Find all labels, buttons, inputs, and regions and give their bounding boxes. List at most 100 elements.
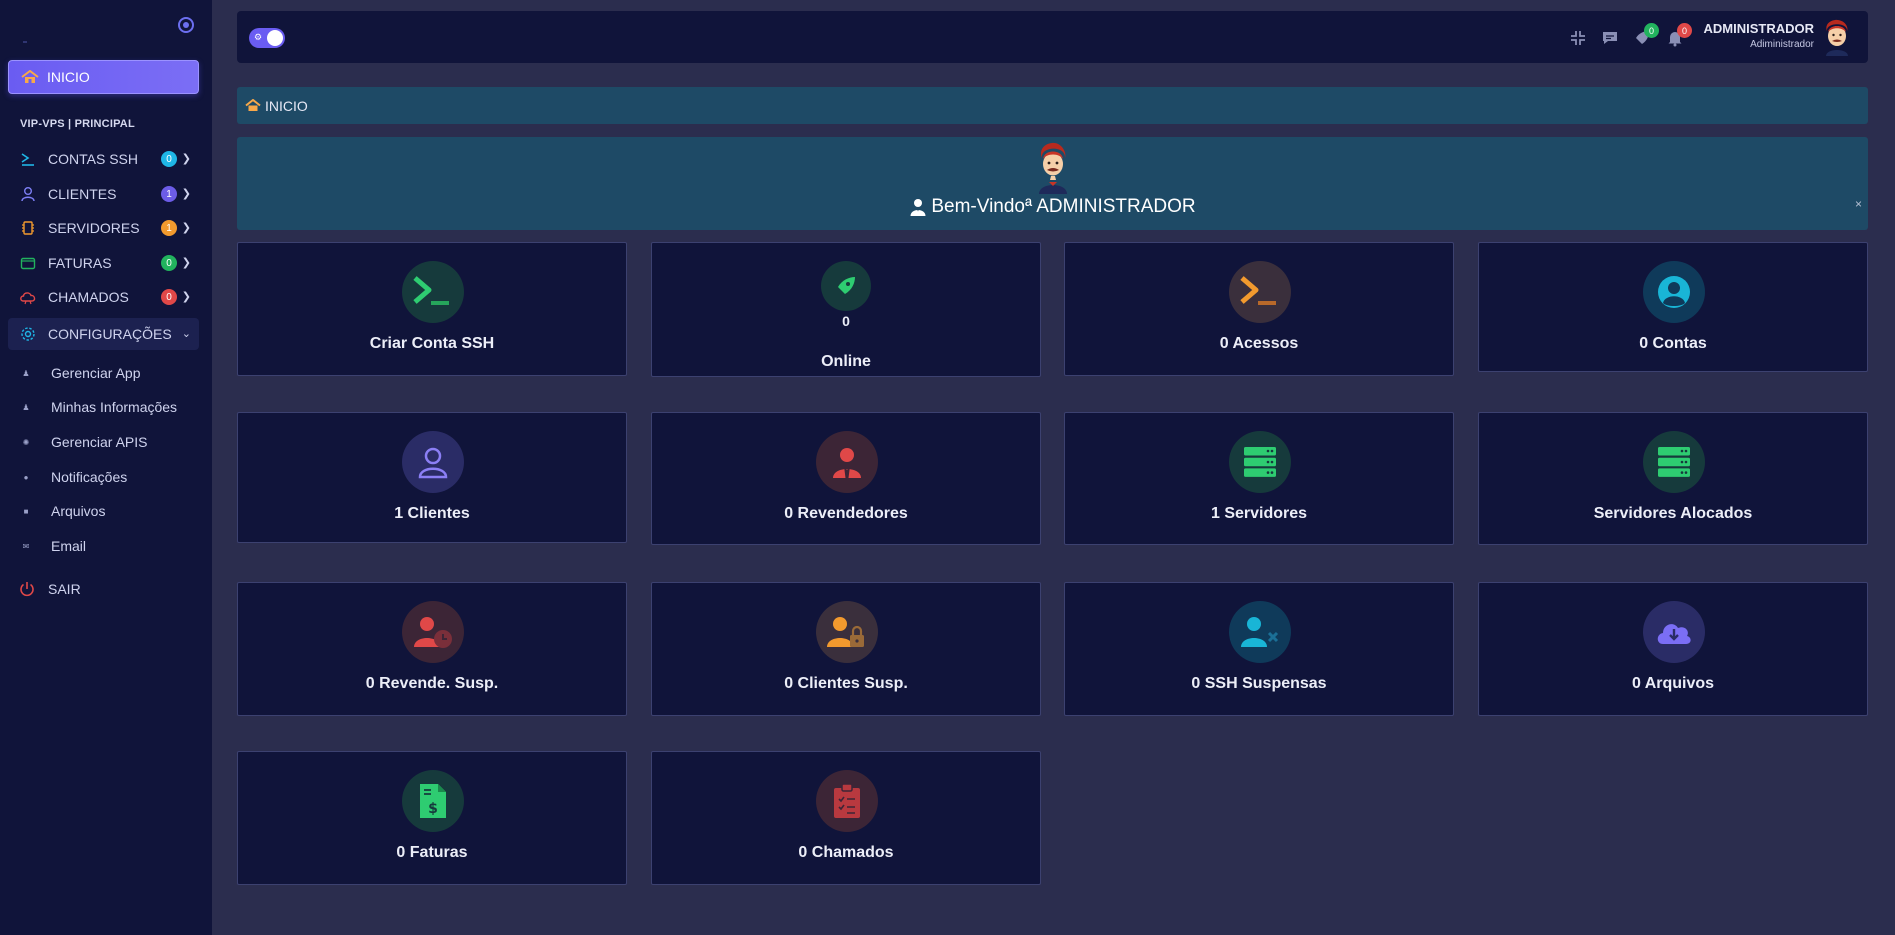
card-servers[interactable]: 1 Servidores [1064, 412, 1454, 545]
card-label: 0 SSH Suspensas [1191, 675, 1327, 692]
user-lock-icon [816, 601, 878, 663]
sidebar-subitem-gerenciar-apis[interactable]: ✺ Gerenciar APIS [8, 428, 199, 456]
chat-icon[interactable] [1599, 27, 1621, 49]
user-tie-icon [816, 431, 878, 493]
home-icon [21, 70, 39, 84]
card-create-ssh[interactable]: Criar Conta SSH [237, 242, 627, 376]
sidebar-item-label: CONFIGURAÇÕES [48, 326, 172, 342]
logo-placeholder [23, 41, 27, 43]
card-label: 0 Revendedores [784, 505, 908, 522]
server-icon [1643, 431, 1705, 493]
user-small-icon: ♟ [22, 368, 30, 378]
user-clock-icon [402, 601, 464, 663]
cloud-download-icon [1643, 601, 1705, 663]
sidebar-subitem-gerenciar-app[interactable]: ♟ Gerenciar App [8, 359, 199, 387]
chip-icon [18, 218, 38, 238]
card-files[interactable]: 0 Arquivos [1478, 582, 1868, 716]
card-suspended-resellers[interactable]: 0 Revende. Susp. [237, 582, 627, 716]
server-icon [1229, 431, 1291, 493]
theme-toggle-switch[interactable]: ⚙ [249, 28, 285, 48]
sidebar-item-contas-ssh[interactable]: CONTAS SSH 0 ❯ [8, 145, 199, 173]
terminal-icon [402, 261, 464, 323]
card-label: 0 Clientes Susp. [784, 675, 908, 692]
welcome-message: Bem-Vindoª ADMINISTRADOR [237, 196, 1868, 218]
gear-icon: ⚙ [254, 32, 263, 42]
user-small-icon: ♟ [22, 402, 30, 412]
close-icon[interactable]: × [1855, 197, 1862, 211]
chevron-right-icon: ❯ [181, 257, 191, 269]
sidebar-item-label: CLIENTES [48, 186, 117, 202]
sidebar-subitem-minhas-informacoes[interactable]: ♟ Minhas Informações [8, 393, 199, 421]
sidebar: INICIO VIP-VPS | PRINCIPAL CONTAS SSH 0 … [0, 0, 212, 935]
chevron-right-icon: ❯ [181, 222, 191, 234]
sidebar-item-chamados[interactable]: CHAMADOS 0 ❯ [8, 283, 199, 311]
logout-button[interactable]: SAIR [8, 575, 199, 603]
chevron-right-icon: ❯ [181, 188, 191, 200]
wallet-icon [18, 253, 38, 273]
count-badge: 0 [161, 255, 177, 271]
sidebar-subitem-label: Email [51, 538, 87, 554]
avatar[interactable] [1820, 18, 1854, 56]
home-icon [245, 99, 261, 112]
sidebar-item-faturas[interactable]: FATURAS 0 ❯ [8, 249, 199, 277]
svg-text:$: $ [428, 801, 438, 817]
breadcrumb-label[interactable]: INICIO [265, 98, 308, 114]
count-badge: 1 [161, 186, 177, 202]
card-clients[interactable]: 1 Clientes [237, 412, 627, 543]
count-badge: 1 [161, 220, 177, 236]
card-suspended-clients[interactable]: 0 Clientes Susp. [651, 582, 1041, 716]
user-circle-icon [1643, 261, 1705, 323]
card-label: 0 Revende. Susp. [365, 675, 499, 692]
card-access[interactable]: 0 Acessos [1064, 242, 1454, 376]
card-label: 0 Acessos [1219, 335, 1299, 352]
welcome-banner: Bem-Vindoª ADMINISTRADOR × [237, 137, 1868, 230]
breadcrumb: INICIO [237, 87, 1868, 124]
card-label: 0 Contas [1639, 335, 1707, 352]
file-small-icon: ■ [23, 506, 29, 516]
card-tickets[interactable]: 0 Chamados [651, 751, 1041, 885]
sidebar-toggle-icon[interactable] [178, 17, 194, 33]
user-x-icon [1229, 601, 1291, 663]
sidebar-item-servidores[interactable]: SERVIDORES 1 ❯ [8, 214, 199, 242]
avatar [1034, 142, 1072, 194]
user-icon [909, 198, 927, 216]
toggle-knob [267, 30, 283, 46]
sidebar-subitem-label: Minhas Informações [51, 399, 178, 415]
user-icon [402, 431, 464, 493]
gear-small-icon: ✺ [22, 437, 30, 447]
gear-icon [18, 324, 38, 344]
clipboard-icon [816, 770, 878, 832]
sidebar-subitem-notificacoes[interactable]: ● Notificações [8, 463, 199, 491]
sidebar-item-clientes[interactable]: CLIENTES 1 ❯ [8, 180, 199, 208]
collapse-screen-icon[interactable] [1567, 27, 1589, 49]
card-label: Servidores Alocados [1593, 505, 1753, 522]
sidebar-item-label: CHAMADOS [48, 289, 129, 305]
power-icon [18, 580, 36, 598]
sidebar-item-configuracoes[interactable]: CONFIGURAÇÕES ⌄ [8, 318, 199, 350]
sidebar-subitem-email[interactable]: ✉ Email [8, 532, 199, 560]
sidebar-item-label: CONTAS SSH [48, 151, 138, 167]
card-label: 1 Clientes [394, 505, 470, 522]
user-role: Adiministrador [1750, 39, 1814, 50]
user-name: ADMINISTRADOR [1703, 21, 1815, 36]
sidebar-subitem-label: Gerenciar App [51, 365, 141, 381]
card-allocated-servers[interactable]: Servidores Alocados [1478, 412, 1868, 545]
logout-label: SAIR [48, 581, 81, 597]
mail-small-icon: ✉ [22, 541, 30, 551]
card-accounts[interactable]: 0 Contas [1478, 242, 1868, 372]
sidebar-subitem-arquivos[interactable]: ■ Arquivos [8, 497, 199, 525]
card-label: Online [821, 353, 871, 370]
card-label: Criar Conta SSH [369, 335, 495, 352]
invoice-icon: $ [402, 770, 464, 832]
user-icon [18, 184, 38, 204]
card-label: 0 Arquivos [1631, 675, 1715, 692]
card-suspended-ssh[interactable]: 0 SSH Suspensas [1064, 582, 1454, 716]
welcome-text: Bem-Vindoª ADMINISTRADOR [931, 196, 1196, 217]
card-invoices[interactable]: $ 0 Faturas [237, 751, 627, 885]
terminal-icon [1229, 261, 1291, 323]
sidebar-item-inicio[interactable]: INICIO [8, 60, 199, 94]
chevron-down-icon: ⌄ [181, 328, 191, 340]
card-resellers[interactable]: 0 Revendedores [651, 412, 1041, 545]
sidebar-subitem-label: Notificações [51, 469, 128, 485]
card-online[interactable]: 0 Online [651, 242, 1041, 377]
